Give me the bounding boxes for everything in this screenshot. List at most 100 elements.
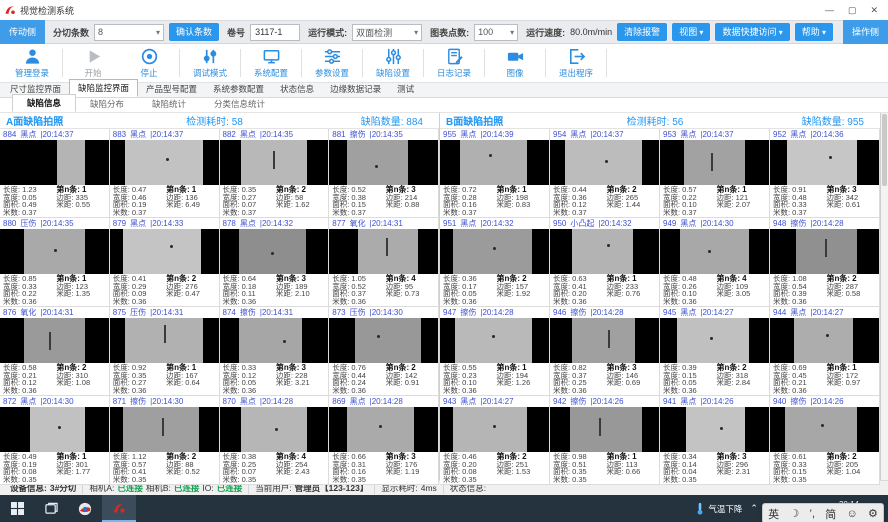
operator-side-button[interactable]: 操作侧 — [843, 20, 888, 44]
task-view-button[interactable] — [34, 495, 68, 522]
chart-points-select[interactable]: 100 — [474, 24, 518, 41]
exit-program-button[interactable]: 退出程序 — [548, 47, 604, 79]
start-button-windows[interactable] — [0, 495, 34, 522]
cell-header: 946擦伤|20:14:28 — [550, 307, 659, 318]
defect-cell[interactable]: 872黑点|20:14:30长度:0.49宽度:0.19面积:0.08米数:0.… — [0, 396, 110, 485]
ime-english-toggle[interactable]: 英 — [768, 506, 779, 522]
defect-cell[interactable]: 884黑点|20:14:37长度:1.23宽度:0.05面积:0.49米数:0.… — [0, 129, 110, 218]
defect-id: 955 — [443, 130, 456, 139]
defect-cell[interactable]: 869黑点|20:14:28长度:0.66宽度:0.31面积:0.16米数:0.… — [329, 396, 439, 485]
defect-time: |20:14:31 — [370, 219, 403, 228]
start-button[interactable]: 开始 — [65, 47, 121, 79]
defect-cell[interactable]: 880压伤|20:14:35长度:0.85宽度:0.33面积:0.22米数:0.… — [0, 218, 110, 307]
defect-cell[interactable]: 949黑点|20:14:30长度:0.48宽度:0.26面积:0.10米数:0.… — [660, 218, 770, 307]
info-label: 米距: — [717, 290, 734, 298]
cell-header: 873压伤|20:14:30 — [329, 307, 438, 318]
log-record-button[interactable]: 日志记录 — [426, 47, 482, 79]
maximize-button[interactable]: ▢ — [848, 5, 857, 16]
defect-cell[interactable]: 940擦伤|20:14:26长度:0.61宽度:0.33面积:0.15米数:0.… — [770, 396, 880, 485]
defect-cell[interactable]: 953黑点|20:14:37长度:0.57宽度:0.22面积:0.10米数:0.… — [660, 129, 770, 218]
taskbar-app-browser[interactable] — [68, 495, 102, 522]
defect-cell[interactable]: 874擦伤|20:14:31长度:0.33宽度:0.12面积:0.05米数:0.… — [220, 307, 330, 396]
slit-count-select[interactable]: 8 — [94, 24, 164, 41]
cell-info: 长度:0.66宽度:0.31面积:0.16米数:0.35第n条:3边距:176米… — [329, 452, 438, 484]
close-button[interactable]: ✕ — [870, 5, 878, 16]
ime-fullwidth-icon[interactable]: ☽ — [789, 507, 799, 520]
vertical-scrollbar[interactable] — [881, 113, 888, 480]
defect-cell[interactable]: 881擦伤|20:14:35长度:0.52宽度:0.38面积:0.15米数:0.… — [329, 129, 439, 218]
stop-button[interactable]: 停止 — [121, 47, 177, 79]
ime-simplified-toggle[interactable]: 简 — [825, 506, 836, 522]
taskbar-app-inspection-active[interactable] — [102, 495, 136, 522]
defect-mark — [273, 151, 275, 169]
hidden-icons-chevron-icon[interactable]: ⌃ — [750, 503, 758, 514]
defect-cell[interactable]: 873压伤|20:14:30长度:0.76宽度:0.44面积:0.24米数:0.… — [329, 307, 439, 396]
tab-4[interactable]: 系统参数配置 — [205, 81, 272, 97]
defect-cell[interactable]: 947擦伤|20:14:28长度:0.55宽度:0.23面积:0.10米数:0.… — [440, 307, 550, 396]
defect-cell[interactable]: 882黑点|20:14:35长度:0.35宽度:0.27面积:0.07米数:0.… — [220, 129, 330, 218]
tab-3[interactable]: 产品型号配置 — [138, 81, 205, 97]
defect-cell[interactable]: 950小凸起|20:14:32长度:0.63宽度:0.41面积:0.20米数:0… — [550, 218, 660, 307]
tab-6[interactable]: 边缘数据记录 — [322, 81, 389, 97]
defect-cell[interactable]: 945黑点|20:14:27长度:0.39宽度:0.15面积:0.05米数:0.… — [660, 307, 770, 396]
info-label: 米数: — [113, 476, 130, 484]
drive-side-button[interactable]: 传动侧 — [0, 20, 45, 44]
scrollbar-thumb[interactable] — [882, 114, 887, 186]
defect-cell[interactable]: 879黑点|20:14:33长度:0.41宽度:0.29面积:0.09米数:0.… — [110, 218, 220, 307]
ime-punctuation-toggle[interactable]: ’, — [810, 508, 816, 520]
slit-count-label: 分切条数 — [53, 26, 89, 39]
strip-region — [677, 318, 749, 363]
system-config-button[interactable]: 系统配置 — [243, 47, 299, 79]
defect-cell[interactable]: 944黑点|20:14:27长度:0.69宽度:0.45面积:0.21米数:0.… — [770, 307, 880, 396]
defect-cell[interactable]: 870黑点|20:14:28长度:0.38宽度:0.25面积:0.07米数:0.… — [220, 396, 330, 485]
defect-id: 951 — [443, 219, 456, 228]
info-value: 0.36 — [572, 387, 587, 395]
info-label: 米距: — [276, 290, 293, 298]
ime-emoji-icon[interactable]: ☺ — [847, 508, 858, 520]
info-label: 米数: — [663, 476, 680, 484]
info-col-left: 长度:0.44宽度:0.36面积:0.12米数:0.37 — [553, 186, 607, 216]
tab-7[interactable]: 测试 — [389, 81, 422, 97]
debug-mode-button[interactable]: 调试模式 — [182, 47, 238, 79]
help-menu-button[interactable]: 帮助 — [795, 23, 833, 41]
admin-login-button[interactable]: 管理登录 — [4, 47, 60, 79]
defect-cell[interactable]: 952黑点|20:14:36长度:0.91宽度:0.48面积:0.33米数:0.… — [770, 129, 880, 218]
defect-cell[interactable]: 941黑点|20:14:26长度:0.34宽度:0.14面积:0.04米数:0.… — [660, 396, 770, 485]
defect-cell[interactable]: 948擦伤|20:14:28长度:1.08宽度:0.54面积:0.39米数:0.… — [770, 218, 880, 307]
defect-cell[interactable]: 954黑点|20:14:37长度:0.44宽度:0.36面积:0.12米数:0.… — [550, 129, 660, 218]
image-button[interactable]: 图像 — [487, 47, 543, 79]
subtab-3[interactable]: 缺陷统计 — [138, 96, 200, 112]
ime-settings-gear-icon[interactable]: ⚙ — [868, 507, 878, 520]
cell-info: 长度:0.64宽度:0.18面积:0.11米数:0.36第n条:3边距:189米… — [220, 274, 329, 306]
defect-cell[interactable]: 871擦伤|20:14:30长度:1.12宽度:0.57面积:0.41米数:0.… — [110, 396, 220, 485]
cell-header: 884黑点|20:14:37 — [0, 129, 109, 140]
data-quick-access-button[interactable]: 数据快捷访问 — [715, 23, 789, 41]
tab-2[interactable]: 缺陷监控界面 — [69, 79, 138, 97]
clear-alarm-button[interactable]: 清除报警 — [617, 23, 667, 41]
defect-cell[interactable]: 876氧化|20:14:31长度:0.58宽度:0.21面积:0.12米数:0.… — [0, 307, 110, 396]
defect-cell[interactable]: 942擦伤|20:14:26长度:0.98宽度:0.51面积:0.35米数:0.… — [550, 396, 660, 485]
roll-number-input[interactable]: 3117-1 — [250, 24, 300, 41]
subtab-2[interactable]: 缺陷分布 — [76, 96, 138, 112]
defect-cell[interactable]: 883黑点|20:14:37长度:0.47宽度:0.46面积:0.19米数:0.… — [110, 129, 220, 218]
defect-cell[interactable]: 943黑点|20:14:27长度:0.46宽度:0.20面积:0.08米数:0.… — [440, 396, 550, 485]
view-menu-button[interactable]: 视图 — [672, 23, 710, 41]
defect-cell[interactable]: 951黑点|20:14:32长度:0.36宽度:0.17面积:0.05米数:0.… — [440, 218, 550, 307]
defect-settings-button[interactable]: 缺陷设置 — [365, 47, 421, 79]
confirm-count-button[interactable]: 确认条数 — [169, 23, 219, 41]
tab-5[interactable]: 状态信息 — [272, 81, 322, 97]
defect-cell[interactable]: 878黑点|20:14:32长度:0.64宽度:0.18面积:0.11米数:0.… — [220, 218, 330, 307]
defect-cell[interactable]: 877氧化|20:14:31长度:1.05宽度:0.52面积:0.37米数:0.… — [329, 218, 439, 307]
info-label: 米距: — [276, 201, 293, 209]
run-mode-select[interactable]: 双面检测 — [352, 24, 422, 41]
subtab-4[interactable]: 分类信息统计 — [200, 96, 279, 112]
info-line: 米距:0.97 — [827, 379, 876, 387]
parameter-settings-button[interactable]: 参数设置 — [304, 47, 360, 79]
subtab-1[interactable]: 缺陷信息 — [12, 94, 76, 112]
defect-cell[interactable]: 875压伤|20:14:31长度:0.92宽度:0.35面积:0.27米数:0.… — [110, 307, 220, 396]
weather-widget[interactable]: 气温下降 — [695, 502, 742, 515]
minimize-button[interactable]: — — [825, 5, 834, 16]
defect-cell[interactable]: 946擦伤|20:14:28长度:0.82宽度:0.37面积:0.25米数:0.… — [550, 307, 660, 396]
defect-cell[interactable]: 955黑点|20:14:39长度:0.72宽度:0.28面积:0.16米数:0.… — [440, 129, 550, 218]
info-col-left: 长度:1.08宽度:0.54面积:0.39米数:0.36 — [773, 275, 827, 305]
